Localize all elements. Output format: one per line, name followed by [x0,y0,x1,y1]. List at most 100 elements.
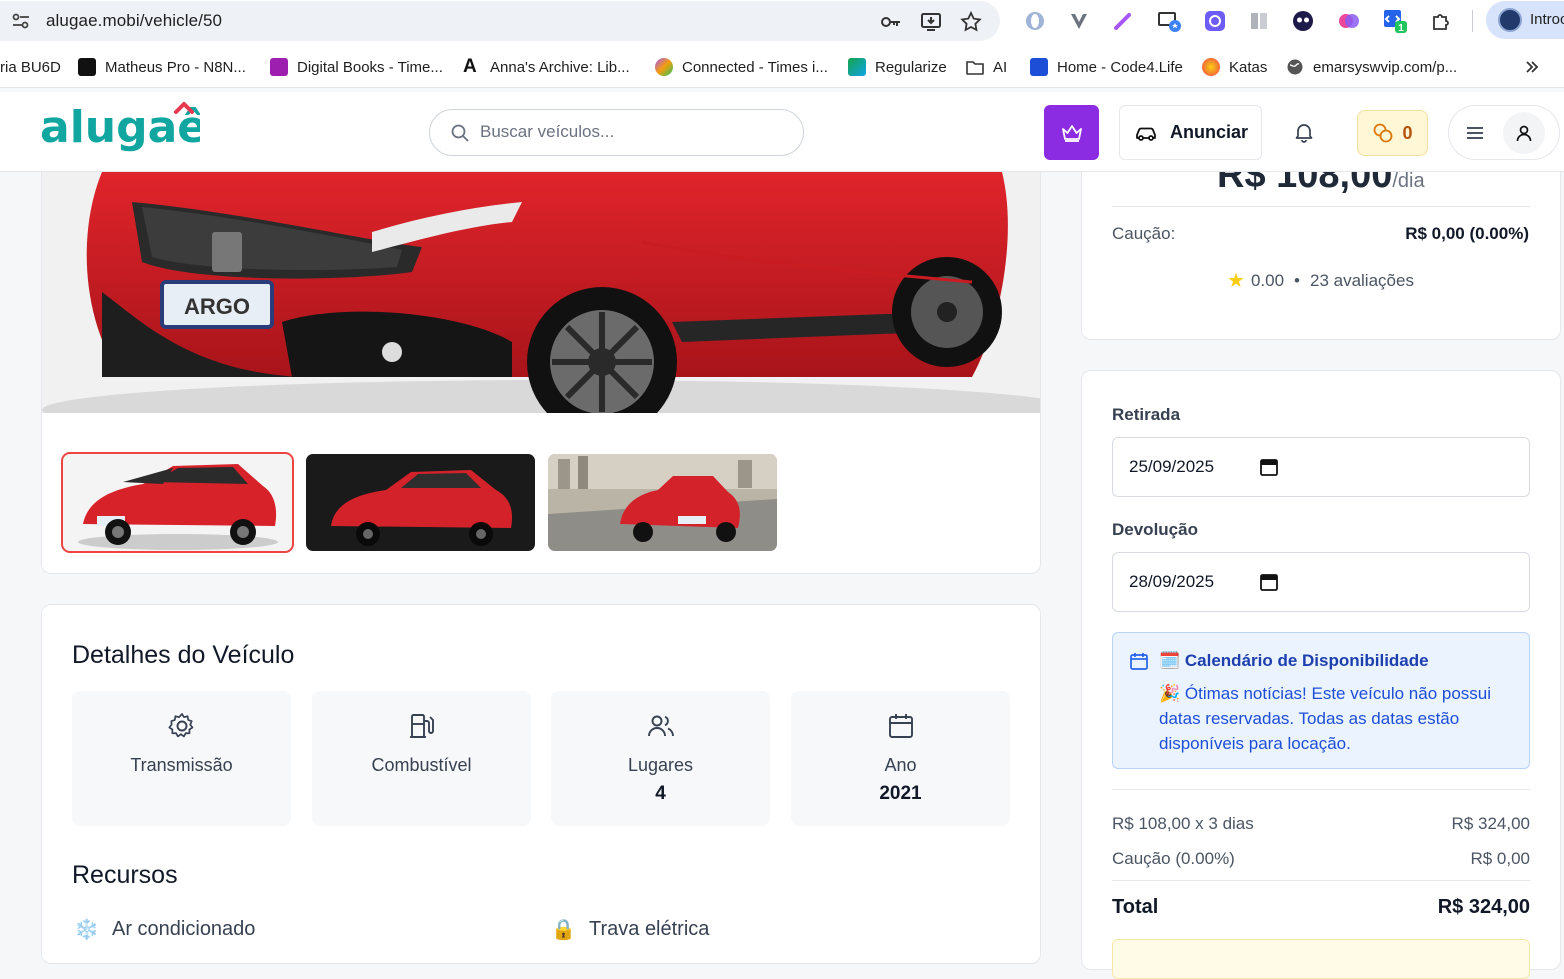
url-text[interactable]: alugae.mobi/vehicle/50 [46,11,222,31]
bookmark-star-icon[interactable] [959,10,983,34]
feature-item: ❄️ Ar condicionado [74,917,255,942]
regularize-favicon-icon [848,58,866,76]
feature-label: Trava elétrica [589,918,710,940]
extension-opera-icon[interactable] [1022,8,1048,34]
bookmark-item[interactable]: Regularize [848,56,947,78]
coins-value: 0 [1402,122,1413,143]
bookmarks-overflow-button[interactable] [1524,56,1540,78]
bookmark-item[interactable]: Home - Code4.Life [1030,56,1183,78]
rating-summary[interactable]: ★ 0.00 • 23 avaliações [1227,268,1414,293]
calendar-icon [1130,653,1148,670]
pickup-date-input[interactable]: 25/09/2025 [1112,437,1530,497]
caucao-line: Caução (0.00%) R$ 0,00 [1112,849,1530,869]
chevron-double-right-icon [1526,61,1539,73]
bookmark-item[interactable]: Matheus Pro - N8N... [78,56,246,78]
red-car-image: ARGO [42,172,1040,413]
notice-strip [1112,939,1530,979]
search-input[interactable] [480,122,780,142]
extension-book-icon[interactable] [1246,8,1272,34]
calendar-picker-icon[interactable] [1259,572,1279,592]
rental-line: R$ 108,00 x 3 dias R$ 324,00 [1112,814,1530,834]
total-line: Total R$ 324,00 [1112,896,1530,919]
calendar-icon [889,714,913,738]
vehicle-details-card: Detalhes do Veículo Transmissão Combustí… [41,604,1041,964]
divider [1112,789,1530,790]
availability-calendar-notice: 🗓️ Calendário de Disponibilidade 🎉 Ótima… [1112,632,1530,769]
reviews-count: 23 avaliações [1309,270,1414,290]
crown-icon [1061,124,1082,142]
extension-flower-icon[interactable] [1202,8,1228,34]
alugae-logo[interactable]: alugaê [40,98,207,158]
extension-screen-icon[interactable] [1156,8,1182,34]
premium-crown-button[interactable] [1044,105,1099,160]
book-favicon-icon [270,58,288,76]
thumbnail-1[interactable] [61,452,294,553]
extension-code-icon[interactable]: 1 [1382,8,1408,34]
coins-balance-button[interactable]: 0 [1357,110,1428,156]
install-app-icon[interactable] [919,10,943,34]
bookmark-label: Anna's Archive: Lib... [490,58,630,76]
bookmark-label: Connected - Times i... [682,58,828,76]
return-date-input[interactable]: 28/09/2025 [1112,552,1530,612]
bookmark-item[interactable]: Digital Books - Time... [270,56,443,78]
rating-value: 0.00 [1250,270,1285,290]
vehicle-gallery: ARGO [41,172,1041,574]
spec-label: Lugares [627,755,694,775]
katas-favicon-icon [1202,58,1220,76]
bookmark-folder[interactable]: AI [966,56,1007,78]
annas-archive-favicon-icon: A [463,56,477,77]
fuel-pump-icon [410,714,434,738]
spec-value: 4 [655,783,666,804]
thumb-car-road-image [548,454,777,551]
password-key-icon[interactable] [879,10,903,34]
main-vehicle-photo[interactable]: ARGO [42,172,1040,413]
extensions-puzzle-icon[interactable] [1428,8,1454,34]
bookmark-item[interactable]: ria BU6D [0,56,61,78]
anunciar-button[interactable]: Anunciar [1119,105,1262,160]
bookmark-label: Matheus Pro - N8N... [105,58,246,76]
caucao-line-value: R$ 0,00 [1470,849,1530,868]
user-menu-button[interactable] [1448,105,1560,160]
thumbnail-2[interactable] [306,454,535,551]
total-value: R$ 324,00 [1437,896,1530,918]
rental-line-label: R$ 108,00 x 3 dias [1112,814,1254,833]
thumbnail-3[interactable] [548,454,777,551]
extension-v-icon[interactable] [1066,8,1092,34]
spec-label: Transmissão [130,755,233,775]
user-avatar [1503,112,1545,154]
calendar-picker-icon[interactable] [1259,457,1279,477]
extension-face-icon[interactable] [1290,8,1316,34]
anunciar-label: Anunciar [1170,122,1249,142]
bookmark-item[interactable]: Connected - Times i... [655,56,828,78]
users-icon [648,715,674,737]
bookmark-label: Katas [1229,58,1268,76]
bookmark-label: emarsyswvip.com/p... [1313,58,1458,76]
spec-transmission: Transmissão [72,691,291,826]
star-icon: ★ [1227,270,1245,292]
notifications-bell-icon[interactable] [1292,120,1316,144]
hamburger-menu-icon [1467,127,1483,139]
spec-fuel: Combustível [312,691,531,826]
bookmark-item[interactable]: emarsyswvip.com/p... [1286,56,1457,78]
extension-pen-icon[interactable] [1110,8,1136,34]
thumb-car-dark-image [306,454,535,551]
caucao-label: Caução: [1112,224,1176,243]
extension-brain-icon[interactable] [1336,8,1362,34]
price-unit: /dia [1392,172,1425,192]
profile-button[interactable]: Introc [1486,1,1564,39]
site-settings-icon[interactable] [10,10,32,32]
daily-price: R$ 108,00/dia [1217,172,1425,197]
return-label: Devolução [1112,520,1198,539]
spec-value: 2021 [879,783,922,804]
browser-toolbar: alugae.mobi/vehicle/50 1 Introc [0,0,1564,46]
bookmark-item[interactable]: Katas [1202,56,1267,78]
address-bar[interactable]: alugae.mobi/vehicle/50 [0,1,1000,41]
spec-label: Ano [884,755,917,775]
toolbar-separator [1472,10,1473,32]
caucao-value: R$ 0,00 (0.00%) [1405,224,1529,243]
n8n-favicon-icon [78,58,96,76]
feature-label: Ar condicionado [112,918,256,940]
availability-title: 🗓️ Calendário de Disponibilidade [1159,651,1429,670]
bookmark-item[interactable]: A Anna's Archive: Lib... [463,56,630,78]
search-box[interactable] [429,109,804,156]
